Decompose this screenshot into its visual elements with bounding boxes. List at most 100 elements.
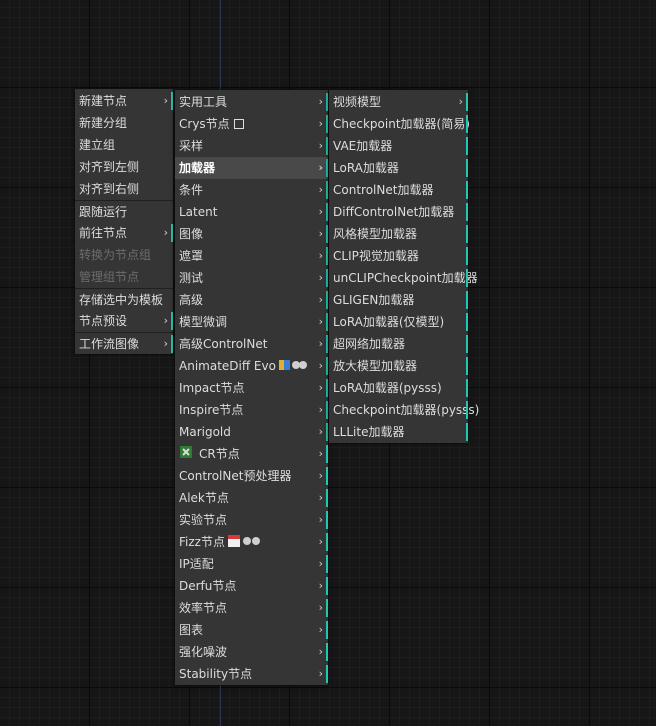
menu-item-放大模型加载器[interactable]: 放大模型加载器 <box>329 355 468 377</box>
accent-bar <box>466 269 468 287</box>
menu-item-marigold[interactable]: Marigold › <box>175 421 328 443</box>
menu-item-lllite加载器[interactable]: LLLite加载器 <box>329 421 468 443</box>
menu-item-存储选中为模板[interactable]: 存储选中为模板 <box>75 288 173 310</box>
menu-item-impact节点[interactable]: Impact节点 › <box>175 377 328 399</box>
menu-item-视频模型[interactable]: 视频模型 › <box>329 91 468 113</box>
menu-item-label: 加载器 <box>179 161 216 175</box>
menu-item-alek节点[interactable]: Alek节点 › <box>175 487 328 509</box>
menu-item-实验节点[interactable]: 实验节点 › <box>175 509 328 531</box>
submenu-arrow-icon: › <box>318 425 323 438</box>
accent-bar <box>466 115 468 133</box>
menu-item-checkpoint加载器-pysss[interactable]: Checkpoint加载器(pysss) <box>329 399 479 421</box>
menu-item-图像[interactable]: 图像 › <box>175 223 328 245</box>
menu-item-label: 放大模型加载器 <box>333 359 418 373</box>
menu-item-lora加载器-pysss[interactable]: LoRA加载器(pysss) <box>329 377 468 399</box>
menu-item-label: 对齐到左侧 <box>79 160 140 174</box>
menu-item-crys节点[interactable]: Crys节点 › <box>175 113 328 135</box>
menu-item-前往节点[interactable]: 前往节点 › <box>75 222 173 244</box>
submenu-arrow-icon: › <box>318 139 323 152</box>
accent-bar <box>326 533 328 551</box>
menu-item-对齐到左侧[interactable]: 对齐到左侧 <box>75 156 173 178</box>
menu-item-label: LoRA加载器 <box>333 161 399 175</box>
menu-item-模型微调[interactable]: 模型微调 › <box>175 311 328 333</box>
accent-bar <box>466 423 468 441</box>
menu-item-遮罩[interactable]: 遮罩 › <box>175 245 328 267</box>
menu-item-加载器[interactable]: 加载器 › <box>175 157 328 179</box>
accent-bar <box>326 401 328 419</box>
menu-item-latent[interactable]: Latent › <box>175 201 328 223</box>
menu-item-强化噪波[interactable]: 强化噪波 › <box>175 641 328 663</box>
submenu-arrow-icon: › <box>318 271 323 284</box>
menu-item-checkpoint加载器-简易[interactable]: Checkpoint加载器(简易) <box>329 113 470 135</box>
menu-item-vae加载器[interactable]: VAE加载器 <box>329 135 468 157</box>
menu-item-新建节点[interactable]: 新建节点 › <box>75 90 173 112</box>
accent-bar <box>326 379 328 397</box>
menu-item-label: Latent <box>179 205 218 219</box>
menu-item-gligen加载器[interactable]: GLIGEN加载器 <box>329 289 468 311</box>
menu-item-ip适配[interactable]: IP适配 › <box>175 553 328 575</box>
menu-item-风格模型加载器[interactable]: 风格模型加载器 <box>329 223 468 245</box>
accent-bar <box>466 247 468 265</box>
menu-item-derfu节点[interactable]: Derfu节点 › <box>175 575 328 597</box>
menu-item-controlnet加载器[interactable]: ControlNet加载器 <box>329 179 468 201</box>
menu-item-controlnet预处理器[interactable]: ControlNet预处理器 › <box>175 465 328 487</box>
menu-item-diffcontrolnet加载器[interactable]: DiffControlNet加载器 <box>329 201 468 223</box>
accent-bar <box>466 225 468 243</box>
menu-item-label: ControlNet预处理器 <box>179 469 292 483</box>
menu-item-label: 测试 <box>179 271 204 285</box>
menu-item-采样[interactable]: 采样 › <box>175 135 328 157</box>
menu-item-clip视觉加载器[interactable]: CLIP视觉加载器 <box>329 245 468 267</box>
submenu-arrow-icon: › <box>163 94 168 107</box>
menu-item-超网络加载器[interactable]: 超网络加载器 <box>329 333 468 355</box>
accent-bar <box>466 291 468 309</box>
menu-item-cr节点[interactable]: CR节点 › <box>175 443 328 465</box>
accent-bar <box>466 401 468 419</box>
menu-item-label: 节点预设 <box>79 314 128 328</box>
menu-item-管理组节点: 管理组节点 <box>75 266 173 288</box>
menu-item-工作流图像[interactable]: 工作流图像 › <box>75 332 173 354</box>
submenu-arrow-icon: › <box>318 513 323 526</box>
accent-bar <box>326 511 328 529</box>
menu-item-label: 存储选中为模板 <box>79 293 164 307</box>
submenu-arrow-icon: › <box>318 623 323 636</box>
submenu-arrow-icon: › <box>318 579 323 592</box>
submenu-arrow-icon: › <box>318 601 323 614</box>
menu-item-测试[interactable]: 测试 › <box>175 267 328 289</box>
menu-item-lora加载器-仅模型[interactable]: LoRA加载器(仅模型) <box>329 311 468 333</box>
menu-item-label: unCLIPCheckpoint加载器 <box>333 271 478 285</box>
menu-item-节点预设[interactable]: 节点预设 › <box>75 310 173 332</box>
menu-item-高级[interactable]: 高级 › <box>175 289 328 311</box>
menu-item-label: 实验节点 <box>179 513 228 527</box>
accent-bar <box>326 225 328 243</box>
menu-item-label: Derfu节点 <box>179 579 237 593</box>
menu-item-stability节点[interactable]: Stability节点 › <box>175 663 328 685</box>
menu-item-fizz节点[interactable]: Fizz节点 › <box>175 531 328 553</box>
submenu-arrow-icon: › <box>318 447 323 460</box>
menu-item-图表[interactable]: 图表 › <box>175 619 328 641</box>
menu-item-label: 转换为节点组 <box>79 248 152 262</box>
menu-item-label: CR节点 <box>199 447 240 461</box>
accent-bar <box>326 665 328 683</box>
menu-item-lora加载器[interactable]: LoRA加载器 <box>329 157 468 179</box>
menu-item-label: ControlNet加载器 <box>333 183 434 197</box>
submenu-arrow-icon: › <box>163 226 168 239</box>
menu-item-animatediff-evo[interactable]: AnimateDiff Evo › <box>175 355 328 377</box>
menu-item-转换为节点组: 转换为节点组 <box>75 244 173 266</box>
menu-item-效率节点[interactable]: 效率节点 › <box>175 597 328 619</box>
menu-item-实用工具[interactable]: 实用工具 › <box>175 91 328 113</box>
submenu-arrow-icon: › <box>318 359 323 372</box>
menu-item-建立组[interactable]: 建立组 <box>75 134 173 156</box>
accent-bar <box>466 313 468 331</box>
menu-item-高级controlnet[interactable]: 高级ControlNet › <box>175 333 328 355</box>
submenu-arrow-icon: › <box>318 117 323 130</box>
menu-item-跟随运行[interactable]: 跟随运行 <box>75 200 173 222</box>
menu-item-unclipcheckpoint加载器[interactable]: unCLIPCheckpoint加载器 <box>329 267 478 289</box>
menu-item-label: 模型微调 <box>179 315 228 329</box>
menu-item-label: Inspire节点 <box>179 403 244 417</box>
menu-item-label: IP适配 <box>179 557 214 571</box>
menu-item-新建分组[interactable]: 新建分组 <box>75 112 173 134</box>
menu-item-对齐到右侧[interactable]: 对齐到右侧 <box>75 178 173 200</box>
menu-item-inspire节点[interactable]: Inspire节点 › <box>175 399 328 421</box>
submenu-arrow-icon: › <box>318 293 323 306</box>
menu-item-条件[interactable]: 条件 › <box>175 179 328 201</box>
